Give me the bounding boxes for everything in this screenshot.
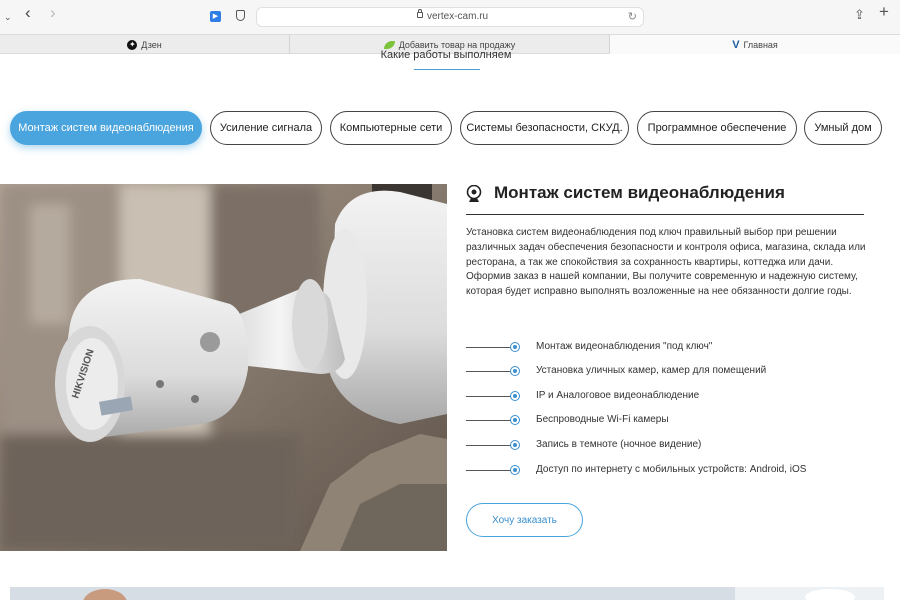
tab-label: Главная (743, 39, 778, 50)
feature-text: Монтаж видеонаблюдения "под ключ" (536, 341, 713, 352)
bullet-dot-icon (510, 391, 520, 401)
category-pill-computer-networks[interactable]: Компьютерные сети (330, 111, 452, 145)
bullet-dot-icon (510, 440, 520, 450)
category-pill-security-systems[interactable]: Системы безопасности, СКУД. (460, 111, 629, 145)
title-divider (466, 214, 864, 215)
feature-text: Доступ по интернету с мобильных устройст… (536, 464, 807, 475)
order-button[interactable]: Хочу заказать (466, 503, 583, 537)
content-title: Монтаж систем видеонаблюдения (494, 183, 785, 202)
browser-toolbar: ⌄ ‹ › ▶ vertex-cam.ru ↻ ⇪ + (0, 0, 900, 34)
url-text: vertex-cam.ru (427, 11, 489, 22)
webcam-icon (466, 185, 482, 202)
bullet-dot-icon (510, 342, 520, 352)
heading-underline (414, 69, 480, 70)
share-icon[interactable]: ⇪ (854, 8, 865, 22)
camera-photo: HIKVISION (0, 184, 447, 551)
bullet-dot-icon (510, 465, 520, 475)
feature-text: Установка уличных камер, камер для помещ… (536, 365, 767, 376)
category-pill-smart-home[interactable]: Умный дом (804, 111, 882, 145)
privacy-shield-icon[interactable] (236, 10, 245, 21)
vertex-icon: V (732, 38, 740, 51)
back-icon[interactable]: ‹ (25, 4, 31, 21)
feature-text: Беспроводные Wi-Fi камеры (536, 414, 669, 425)
section-heading: Какие работы выполняем (380, 49, 512, 61)
extension-play-icon[interactable]: ▶ (210, 11, 221, 22)
category-pill-video-surveillance[interactable]: Монтаж систем видеонаблюдения (10, 111, 202, 145)
address-bar[interactable]: vertex-cam.ru ↻ (256, 7, 644, 27)
reload-icon[interactable]: ↻ (628, 10, 637, 23)
dzen-icon: ✦ (127, 39, 138, 50)
tab-label: Добавить товар на продажу (398, 39, 516, 50)
tab-label: Дзен (141, 39, 162, 50)
sidebar-toggle-icon[interactable]: ⌄ (4, 10, 12, 24)
category-pill-signal-boost[interactable]: Усиление сигнала (210, 111, 322, 145)
next-section-banner (10, 587, 884, 600)
tab-main[interactable]: V Главная (610, 35, 900, 54)
tab-dzen[interactable]: ✦ Дзен (0, 35, 290, 54)
leaf-icon (383, 40, 395, 49)
bullet-dot-icon (510, 415, 520, 425)
new-tab-icon[interactable]: + (879, 3, 889, 20)
category-pill-software[interactable]: Программное обеспечение (637, 111, 797, 145)
lock-icon (417, 9, 423, 18)
content-description: Установка систем видеонаблюдения под клю… (466, 227, 866, 298)
bullet-dot-icon (510, 366, 520, 376)
forward-icon[interactable]: › (50, 4, 56, 21)
feature-text: IP и Аналоговое видеонаблюдение (536, 390, 700, 401)
feature-text: Запись в темноте (ночное видение) (536, 439, 702, 450)
